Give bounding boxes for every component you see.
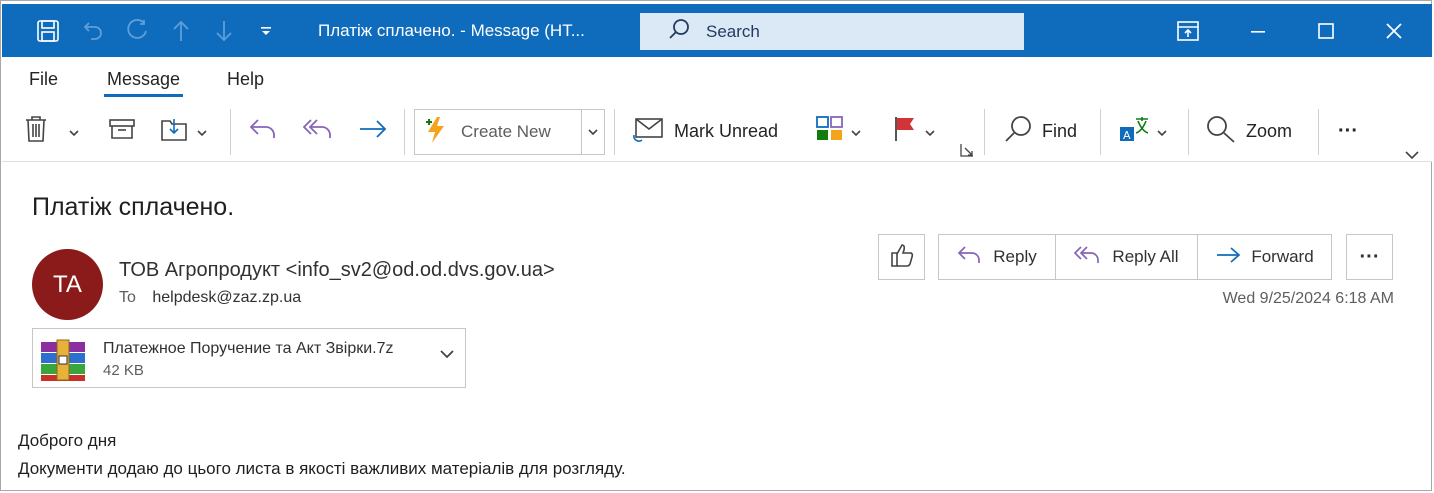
expand-ribbon-icon[interactable] <box>1404 147 1420 165</box>
create-new-combo[interactable]: Create New <box>414 109 605 155</box>
chevron-down-icon <box>68 121 80 142</box>
svg-text:A: A <box>1123 129 1131 142</box>
thumbs-up-icon <box>889 242 915 273</box>
avatar-initials: TA <box>53 270 82 298</box>
forward-icon <box>1215 244 1241 271</box>
menu-bar: File Message Help <box>2 57 1432 101</box>
save-icon[interactable] <box>30 4 66 57</box>
customize-icon[interactable] <box>252 4 280 57</box>
body-line-1: Доброго дня <box>18 431 117 450</box>
reply-label: Reply <box>993 247 1037 266</box>
reply-all-button[interactable]: Reply All <box>1056 235 1198 279</box>
translate-icon: A <box>1118 115 1150 148</box>
tab-file[interactable]: File <box>29 69 58 90</box>
delete-dropdown[interactable] <box>68 101 80 161</box>
search-box[interactable]: Search <box>640 13 1024 50</box>
reply-all-icon <box>1074 244 1102 271</box>
translate-button[interactable]: A <box>1118 101 1168 161</box>
more-commands-button[interactable]: ··· <box>1338 101 1358 161</box>
recipient[interactable]: helpdesk@zaz.zp.ua <box>152 289 301 306</box>
create-new-dropdown[interactable] <box>581 110 604 154</box>
ribbon-separator <box>1188 109 1189 155</box>
chevron-down-icon <box>850 121 862 142</box>
move-button[interactable] <box>160 101 208 161</box>
body-line-2: Документи додаю до цього листа в якості … <box>18 459 626 478</box>
chevron-down-icon[interactable] <box>439 347 455 365</box>
search-placeholder: Search <box>706 21 760 41</box>
avatar: TA <box>32 249 103 320</box>
redo-icon[interactable] <box>120 4 154 57</box>
search-icon <box>668 18 690 45</box>
reply-icon <box>957 244 983 271</box>
message-date: Wed 9/25/2024 6:18 AM <box>1222 290 1394 307</box>
reply-all-ribbon-button[interactable] <box>302 101 334 161</box>
more-actions-button[interactable]: ··· <box>1346 234 1393 280</box>
like-button[interactable] <box>878 234 925 280</box>
mark-unread-button[interactable]: Mark Unread <box>632 101 778 161</box>
archive-file-icon <box>39 338 87 387</box>
zoom-label: Zoom <box>1246 120 1293 141</box>
to-label: To <box>119 289 136 306</box>
forward-button[interactable]: Forward <box>1198 235 1331 279</box>
delete-button[interactable] <box>24 101 48 161</box>
ribbon-separator <box>984 109 985 155</box>
ribbon-separator <box>404 109 405 155</box>
mail-icon <box>632 115 664 148</box>
reply-icon <box>248 116 278 147</box>
window-title: Платіж сплачено. - Message (HT... <box>318 21 585 40</box>
chevron-down-icon <box>1156 121 1168 142</box>
recipient-row: To helpdesk@zaz.zp.ua <box>119 289 301 307</box>
down-icon[interactable] <box>208 4 240 57</box>
find-button[interactable]: Find <box>1004 101 1077 161</box>
ribbon: Create New Mark Unread Find A Zoom ··· <box>2 101 1432 162</box>
categorize-button[interactable] <box>816 101 862 161</box>
zoom-button[interactable]: Zoom <box>1206 101 1292 161</box>
reply-actions: Reply Reply All Forward <box>938 234 1332 280</box>
dialog-launcher-icon[interactable] <box>960 143 974 162</box>
message-subject: Платіж сплачено. <box>32 193 235 221</box>
attachment-card[interactable]: Платежное Поручение та Акт Звірки.7z 42 … <box>32 328 466 388</box>
zoom-icon <box>1206 115 1236 148</box>
ribbon-separator <box>1318 109 1319 155</box>
categorize-icon <box>816 115 844 148</box>
reply-all-label: Reply All <box>1112 247 1179 266</box>
close-icon[interactable] <box>1374 4 1414 57</box>
chevron-down-icon <box>924 121 936 142</box>
archive-icon <box>108 117 136 146</box>
flag-button[interactable] <box>892 101 936 161</box>
minimize-icon[interactable] <box>1238 4 1278 57</box>
tab-help[interactable]: Help <box>227 69 264 90</box>
attachment-size: 42 KB <box>103 362 144 379</box>
create-new-label: Create New <box>461 122 551 141</box>
undo-icon[interactable] <box>76 4 110 57</box>
ribbon-separator <box>1100 109 1101 155</box>
forward-ribbon-button[interactable] <box>358 101 388 161</box>
reply-ribbon-button[interactable] <box>248 101 278 161</box>
attachment-name: Платежное Поручение та Акт Звірки.7z <box>103 340 394 357</box>
mark-unread-label: Mark Unread <box>674 120 779 141</box>
find-label: Find <box>1042 120 1078 141</box>
ribbon-separator <box>614 109 615 155</box>
maximize-icon[interactable] <box>1306 4 1346 57</box>
forward-icon <box>358 116 388 147</box>
forward-label: Forward <box>1251 247 1314 266</box>
reply-all-icon <box>302 116 334 147</box>
ribbon-display-icon[interactable] <box>1168 4 1208 57</box>
flag-icon <box>892 115 918 148</box>
lightning-icon <box>423 116 449 149</box>
ribbon-separator <box>230 109 231 155</box>
title-bar: Платіж сплачено. - Message (HT... Search <box>2 4 1432 57</box>
up-icon[interactable] <box>165 4 197 57</box>
archive-button[interactable] <box>108 101 136 161</box>
move-icon <box>160 115 190 148</box>
sender[interactable]: ТОВ Агропродукт <info_sv2@od.od.dvs.gov.… <box>119 259 555 282</box>
chevron-down-icon <box>196 121 208 142</box>
reply-button[interactable]: Reply <box>939 235 1056 279</box>
search-icon <box>1004 115 1032 148</box>
tab-message[interactable]: Message <box>103 69 184 97</box>
delete-icon <box>24 115 48 148</box>
